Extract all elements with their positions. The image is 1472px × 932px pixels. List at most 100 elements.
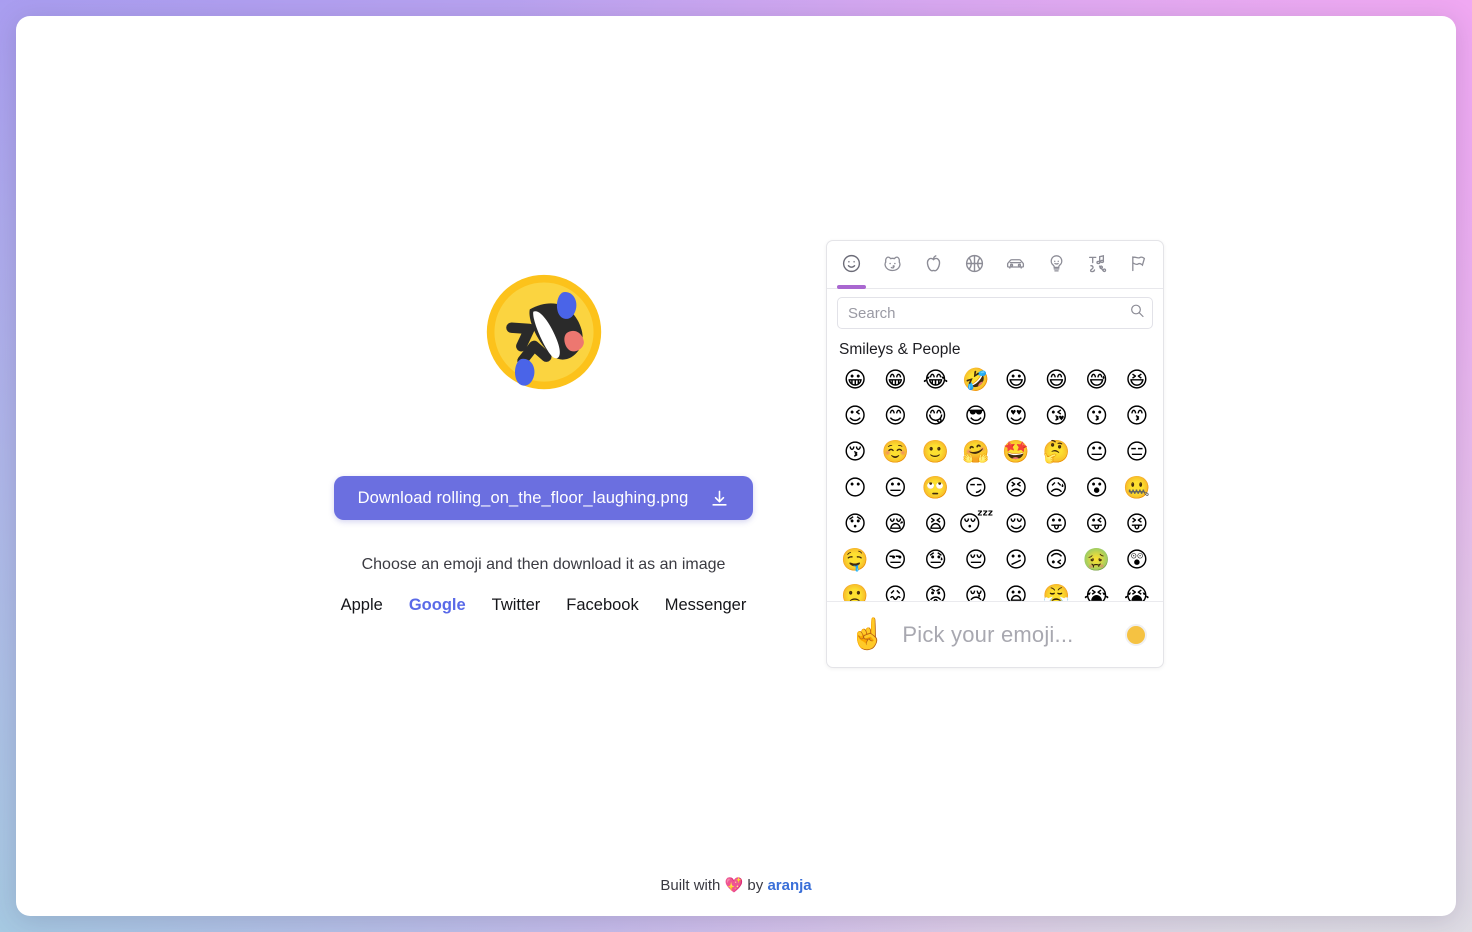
emoji-cell[interactable]: 🙂 bbox=[916, 435, 956, 471]
download-button-label: Download rolling_on_the_floor_laughing.p… bbox=[357, 488, 689, 507]
app-footer: Built with 💖 by aranja bbox=[16, 876, 1456, 894]
emoji-cell[interactable]: 🤐 bbox=[1117, 471, 1157, 507]
emoji-search-input[interactable] bbox=[837, 297, 1153, 329]
helper-text: Choose an emoji and then download it as … bbox=[361, 556, 726, 573]
emoji-category-title: Smileys & People bbox=[839, 341, 961, 358]
emoji-tab-travel-places[interactable] bbox=[995, 241, 1036, 288]
emoji-cell[interactable]: 🙁 bbox=[835, 579, 875, 602]
emoji-grid: 😀 😁 😂 🤣 😃 😄 😅 😆 😉 😊 😋 😎 😍 😘 😗 😙 😚 ☺️ 🙂 🤗 🤩 🤔 😐 😑 😶 😐 🙄 😏 😣 😥 😮 🤐 😯 😪 😫 😴 😌 😛 😜… bbox=[831, 363, 1163, 602]
emoji-cell[interactable]: 😛 bbox=[1036, 507, 1076, 543]
preview-column: Download rolling_on_the_floor_laughing.p… bbox=[216, 271, 871, 615]
emoji-list-scroll[interactable]: Smileys & People 😀 😁 😂 🤣 😃 😄 😅 😆 😉 😊 😋 😎 😍 😘 😗 😙 😚 ☺️ 🙂 🤗 🤩 🤔… bbox=[827, 335, 1163, 601]
vendor-tab-messenger[interactable]: Messenger bbox=[665, 596, 747, 615]
emoji-cell[interactable]: 😌 bbox=[996, 507, 1036, 543]
smiley-face-icon bbox=[841, 253, 862, 277]
emoji-cell[interactable]: 😁 bbox=[875, 363, 915, 399]
vendor-tabs: Apple Google Twitter Facebook Messenger bbox=[341, 596, 747, 615]
emoji-tab-activity[interactable] bbox=[954, 241, 995, 288]
emoji-cell[interactable]: ☺️ bbox=[875, 435, 915, 471]
emoji-cell[interactable]: 😑 bbox=[1117, 435, 1157, 471]
flag-icon bbox=[1128, 253, 1149, 277]
emoji-cell[interactable]: 😡 bbox=[916, 579, 956, 602]
emoji-cell[interactable]: 😭 bbox=[1077, 579, 1117, 602]
download-button[interactable]: Download rolling_on_the_floor_laughing.p… bbox=[333, 476, 754, 520]
emoji-cell[interactable]: 🤔 bbox=[1036, 435, 1076, 471]
emoji-tab-objects[interactable] bbox=[1036, 241, 1077, 288]
emoji-cell[interactable]: 😉 bbox=[835, 399, 875, 435]
emoji-cell[interactable]: 😴 bbox=[956, 507, 996, 543]
lightbulb-icon bbox=[1046, 253, 1067, 277]
emoji-cell[interactable]: 😘 bbox=[1036, 399, 1076, 435]
footer-author-link[interactable]: aranja bbox=[767, 877, 811, 894]
emoji-tab-flags[interactable] bbox=[1118, 241, 1159, 288]
emoji-cell[interactable]: 🤢 bbox=[1077, 543, 1117, 579]
emoji-cell[interactable]: 😏 bbox=[956, 471, 996, 507]
dog-face-icon bbox=[882, 253, 903, 277]
apple-icon bbox=[923, 253, 944, 277]
emoji-cell[interactable]: 😍 bbox=[996, 399, 1036, 435]
download-icon bbox=[710, 489, 729, 508]
emoji-cell[interactable]: 😮 bbox=[1077, 471, 1117, 507]
vendor-tab-twitter[interactable]: Twitter bbox=[492, 596, 541, 615]
emoji-cell[interactable]: 😝 bbox=[1117, 507, 1157, 543]
emoji-cell[interactable]: 😀 bbox=[835, 363, 875, 399]
emoji-cell[interactable]: 😔 bbox=[956, 543, 996, 579]
emoji-picker-footer: ☝️ Pick your emoji... bbox=[827, 601, 1163, 667]
emoji-cell[interactable]: 😢 bbox=[956, 579, 996, 602]
app-card: Download rolling_on_the_floor_laughing.p… bbox=[16, 16, 1456, 916]
emoji-cell[interactable]: 😋 bbox=[916, 399, 956, 435]
emoji-cell[interactable]: 🙄 bbox=[916, 471, 956, 507]
emoji-preview-rolling-on-the-floor-laughing bbox=[486, 274, 601, 390]
emoji-cell[interactable]: 😕 bbox=[996, 543, 1036, 579]
emoji-picker: Smileys & People 😀😁😂🤣😃😄😅😆 😉😊😋😎😍😘😗😙 😚☺️🙂🤗🤩🤔… bbox=[826, 240, 1164, 668]
emoji-tab-symbols[interactable] bbox=[1077, 241, 1118, 288]
emoji-cell[interactable]: 😆 bbox=[1117, 363, 1157, 399]
emoji-cell[interactable]: 😐 bbox=[1077, 435, 1117, 471]
emoji-cell[interactable]: 😎 bbox=[956, 399, 996, 435]
symbols-icon bbox=[1087, 253, 1108, 277]
emoji-category-tabs bbox=[827, 241, 1163, 289]
emoji-tab-animals-nature[interactable] bbox=[872, 241, 913, 288]
basketball-icon bbox=[964, 253, 985, 277]
emoji-cell[interactable]: 😜 bbox=[1077, 507, 1117, 543]
emoji-cell[interactable]: 😥 bbox=[1036, 471, 1076, 507]
emoji-cell[interactable]: 🤩 bbox=[996, 435, 1036, 471]
emoji-cell[interactable]: 😯 bbox=[835, 507, 875, 543]
emoji-search-row bbox=[827, 289, 1163, 335]
emoji-cell[interactable]: 😅 bbox=[1077, 363, 1117, 399]
emoji-tab-food-drink[interactable] bbox=[913, 241, 954, 288]
emoji-tab-smileys-people[interactable] bbox=[831, 241, 872, 289]
emoji-cell[interactable]: 😚 bbox=[835, 435, 875, 471]
emoji-cell[interactable]: 😖 bbox=[875, 579, 915, 602]
emoji-cell[interactable]: 😊 bbox=[875, 399, 915, 435]
vendor-tab-apple[interactable]: Apple bbox=[341, 596, 383, 615]
emoji-cell[interactable]: 🤣 bbox=[956, 363, 996, 399]
footer-prefix: Built with bbox=[660, 877, 725, 894]
emoji-cell[interactable]: 😄 bbox=[1036, 363, 1076, 399]
emoji-cell[interactable]: 😃 bbox=[996, 363, 1036, 399]
emoji-cell[interactable]: 😫 bbox=[916, 507, 956, 543]
vendor-tab-facebook[interactable]: Facebook bbox=[566, 596, 638, 615]
emoji-cell[interactable]: 😶 bbox=[835, 471, 875, 507]
emoji-cell[interactable]: 😂 bbox=[916, 363, 956, 399]
pointing-up-icon: ☝️ bbox=[849, 616, 887, 652]
emoji-cell[interactable]: 😐 bbox=[875, 471, 915, 507]
skin-tone-selector[interactable] bbox=[1125, 623, 1147, 646]
emoji-cell[interactable]: 😒 bbox=[875, 543, 915, 579]
sparkling-heart-icon: 💖 bbox=[724, 876, 744, 894]
emoji-cell[interactable]: 😤 bbox=[1036, 579, 1076, 602]
footer-middle: by bbox=[743, 877, 768, 894]
emoji-cell[interactable]: 😲 bbox=[1117, 543, 1157, 579]
emoji-cell[interactable]: 😙 bbox=[1117, 399, 1157, 435]
emoji-cell[interactable]: 😣 bbox=[996, 471, 1036, 507]
emoji-cell[interactable]: 😗 bbox=[1077, 399, 1117, 435]
emoji-cell[interactable]: 😓 bbox=[916, 543, 956, 579]
emoji-cell[interactable]: 😭 bbox=[1117, 579, 1157, 602]
emoji-cell[interactable]: 😪 bbox=[875, 507, 915, 543]
emoji-cell[interactable]: 🤗 bbox=[956, 435, 996, 471]
emoji-cell[interactable]: 🙃 bbox=[1036, 543, 1076, 579]
emoji-preview-placeholder: Pick your emoji... bbox=[902, 621, 1074, 647]
vendor-tab-google[interactable]: Google bbox=[409, 596, 466, 615]
emoji-cell[interactable]: 🤤 bbox=[835, 543, 875, 579]
emoji-cell[interactable]: 😦 bbox=[996, 579, 1036, 602]
